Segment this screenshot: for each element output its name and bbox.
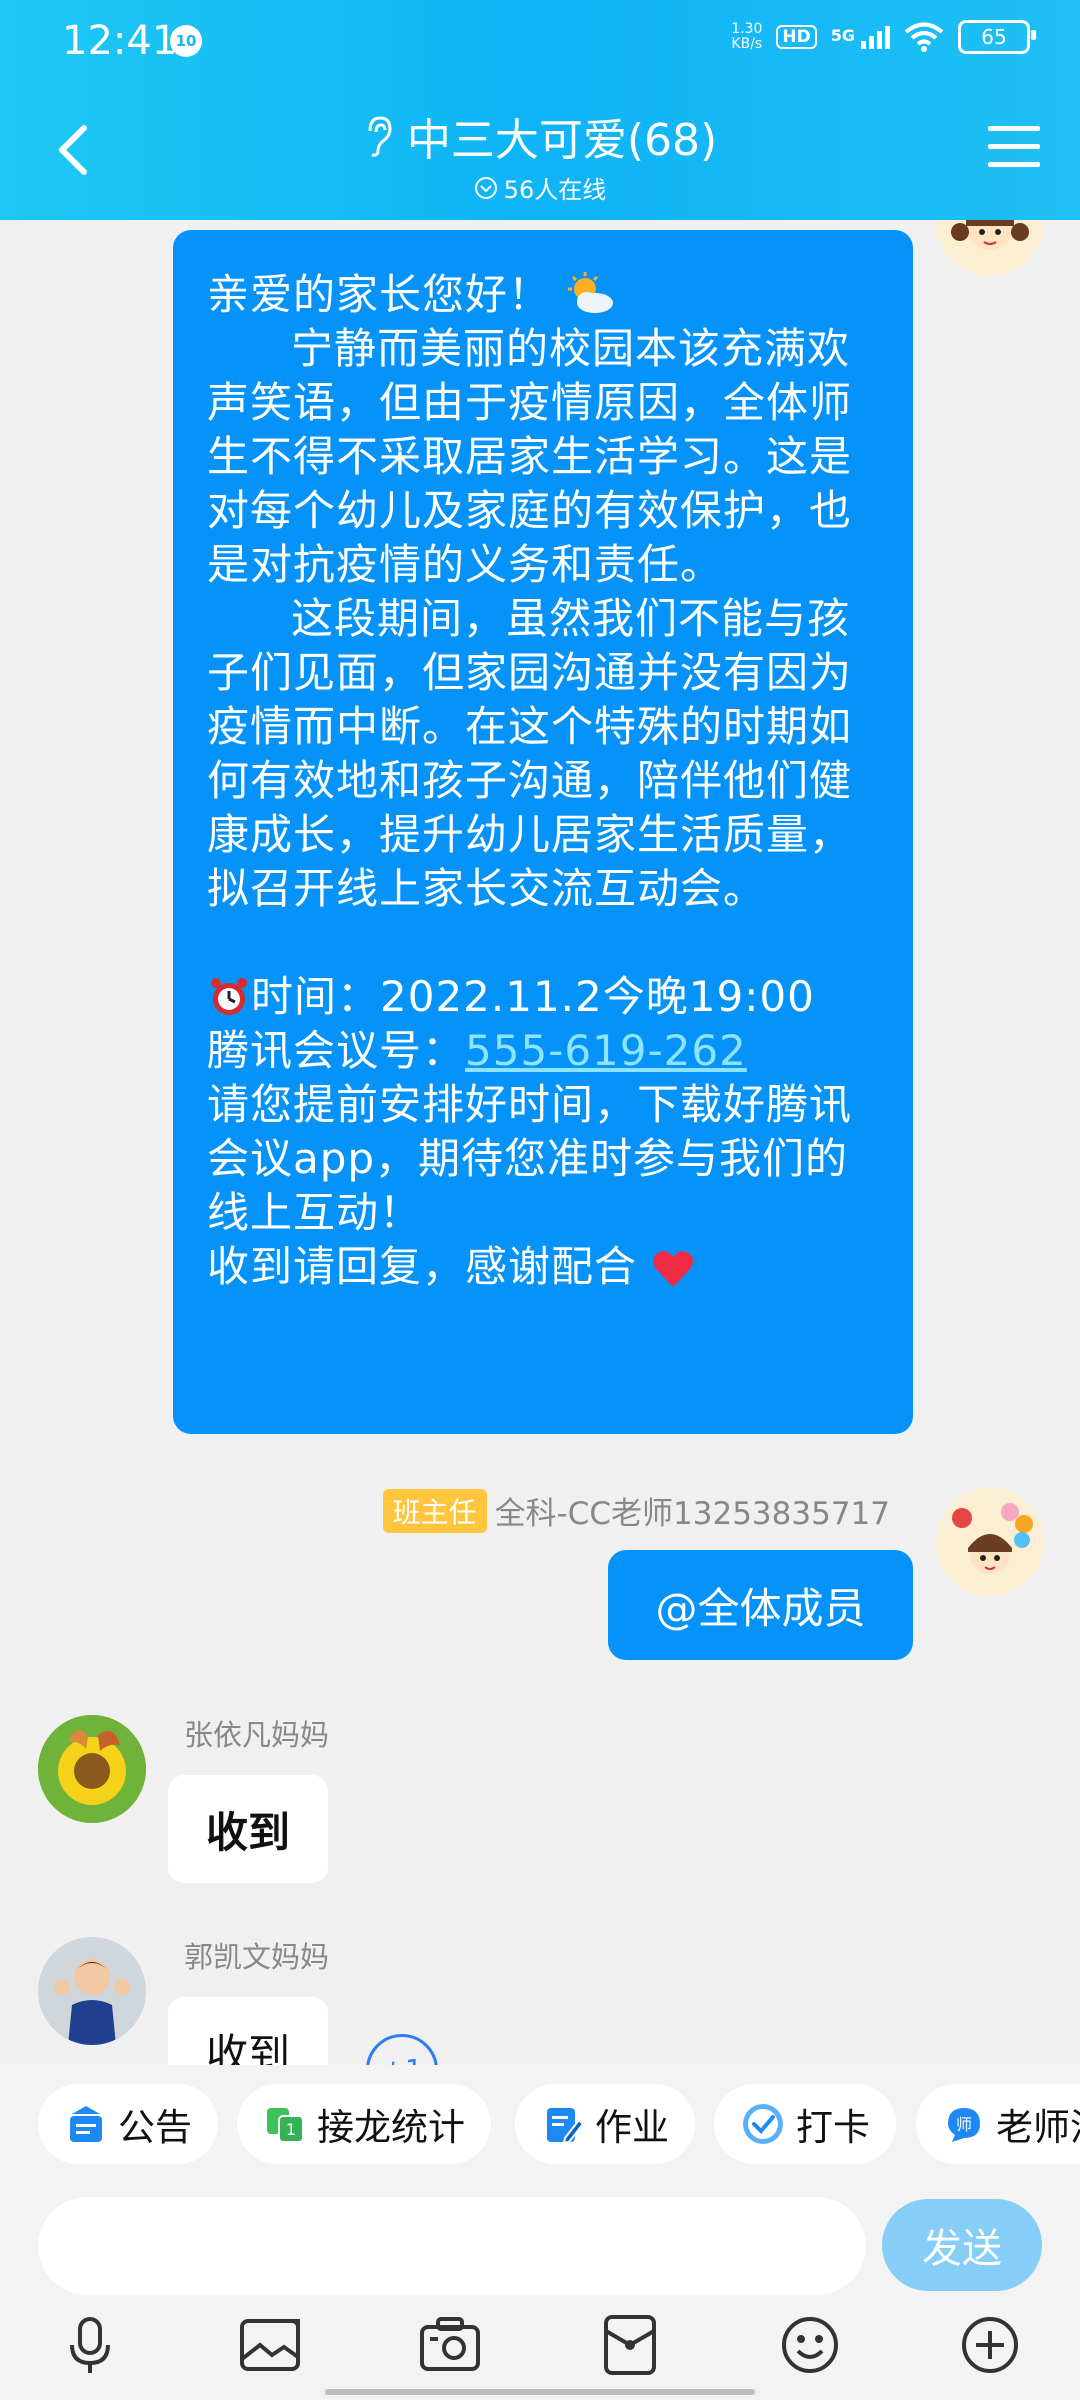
relay-stats-icon: 1 <box>267 2108 304 2143</box>
head-teacher-badge: 班主任 <box>382 1488 487 1533</box>
notification-badge: 10 <box>170 25 202 57</box>
chip-label: 接龙统计 <box>317 2106 465 2149</box>
sender-name-zhang: 张依凡妈妈 <box>184 1718 330 1752</box>
chip-homework[interactable]: 作业 <box>515 2084 695 2164</box>
reply-bubble-guo[interactable]: 收到 <box>168 1997 328 2065</box>
status-indicators: 1.30 KB/s HD 5G 65 <box>731 20 1036 54</box>
plus-one-button[interactable]: +1 <box>366 2034 438 2065</box>
battery-icon: 65 <box>958 20 1036 54</box>
chat-title: 中三大可爱(68) <box>363 104 717 168</box>
meeting-time: 时间：2022.11.2今晚19:00 <box>251 972 815 1021</box>
status-time: 12:41 <box>62 18 178 64</box>
hd-icon: HD <box>776 25 817 49</box>
status-bar: 12:41 10 1.30 KB/s HD 5G 65 <box>0 0 1080 84</box>
online-count: 56人在线 <box>474 170 607 205</box>
meeting-id-label: 腾讯会议号： <box>207 1026 466 1075</box>
alarm-clock-icon <box>211 978 247 1015</box>
network-speed-unit: KB/s <box>731 36 763 52</box>
meeting-id-link[interactable]: 555-619-262 <box>465 1026 747 1075</box>
chip-label: 作业 <box>595 2106 669 2149</box>
svg-text:师: 师 <box>956 2115 972 2134</box>
bottom-action-bar <box>0 2305 1080 2400</box>
chip-label: 公告 <box>118 2106 192 2149</box>
chip-label: 打卡 <box>796 2106 870 2149</box>
online-count-label: 56人在线 <box>503 176 607 204</box>
teacher-avatar[interactable] <box>936 220 1044 276</box>
network-type: 5G <box>830 25 855 45</box>
svg-text:1: 1 <box>286 2120 296 2139</box>
signal-icon: 5G <box>830 25 890 49</box>
homework-icon <box>547 2108 585 2145</box>
teacher-icon: 师 <box>948 2108 980 2142</box>
chip-announcement[interactable]: 公告 <box>38 2084 218 2164</box>
chevron-down-icon <box>474 176 497 199</box>
at-all-message-bubble[interactable]: @全体成员 <box>608 1550 913 1660</box>
notice-message-bubble[interactable]: 亲爱的家长您好！ 宁静而美丽的校园本该充满欢声笑语，但由于疫情原因，全体师生不得… <box>173 230 913 1434</box>
teacher-avatar-2[interactable] <box>936 1488 1044 1596</box>
at-all-text: @全体成员 <box>655 1583 866 1633</box>
notice-paragraph-4: 收到请回复，感谢配合 <box>207 1242 638 1291</box>
parent-avatar-guo[interactable] <box>38 1937 146 2045</box>
teacher-name[interactable]: 全科-CC老师13253835717 <box>495 1488 890 1533</box>
chat-title-area[interactable]: 中三大可爱(68) 56人在线 <box>0 104 1080 205</box>
header: 12:41 10 1.30 KB/s HD 5G 65 中三大可爱(68) 56… <box>0 0 1080 220</box>
heart-icon <box>653 1251 694 1287</box>
quick-toolbar: 公告 1 接龙统计 作业 打卡 师 老师消 <box>0 2065 1080 2185</box>
plus-one-label: +1 <box>381 2053 422 2065</box>
reply-bubble-zhang[interactable]: 收到 <box>168 1775 328 1883</box>
image-icon[interactable] <box>238 2313 302 2377</box>
emoji-icon[interactable] <box>778 2313 842 2377</box>
input-row: 发送 <box>0 2185 1080 2305</box>
chip-relay-stats[interactable]: 1 接龙统计 <box>237 2084 491 2164</box>
notice-paragraph-1: 宁静而美丽的校园本该充满欢声笑语，但由于疫情原因，全体师生不得不采取居家生活学习… <box>207 324 853 589</box>
microphone-icon[interactable] <box>58 2313 122 2377</box>
check-in-icon <box>743 2104 783 2144</box>
network-speed-value: 1.30 <box>731 21 763 37</box>
parent-avatar-zhang[interactable] <box>38 1715 146 1823</box>
battery-level: 65 <box>981 25 1007 49</box>
sun-cloud-icon <box>568 272 614 313</box>
chat-area[interactable]: 亲爱的家长您好！ 宁静而美丽的校园本该充满欢声笑语，但由于疫情原因，全体师生不得… <box>0 220 1080 2065</box>
reply-text-guo: 收到 <box>205 2029 290 2066</box>
notice-paragraph-2: 这段期间，虽然我们不能与孩子们见面，但家园沟通并没有因为疫情而中断。在这个特殊的… <box>207 594 853 913</box>
ear-icon <box>368 116 392 157</box>
announcement-icon <box>70 2106 102 2142</box>
chip-teacher[interactable]: 师 老师消 <box>916 2084 1080 2164</box>
notice-greeting: 亲爱的家长您好！ <box>207 270 552 319</box>
menu-icon[interactable] <box>986 122 1042 172</box>
plus-circle-icon[interactable] <box>958 2313 1022 2377</box>
send-button[interactable]: 发送 <box>882 2199 1042 2291</box>
chip-label: 老师消 <box>996 2106 1080 2149</box>
sender-name-guo: 郭凯文妈妈 <box>184 1940 330 1974</box>
home-indicator[interactable] <box>325 2389 755 2395</box>
camera-icon[interactable] <box>418 2313 482 2377</box>
wifi-icon <box>904 22 944 52</box>
chip-check-in[interactable]: 打卡 <box>714 2084 896 2164</box>
notice-paragraph-3: 请您提前安排好时间，下载好腾讯会议app，期待您准时参与我们的线上互动！ <box>207 1080 853 1237</box>
red-packet-icon[interactable] <box>598 2313 662 2377</box>
reply-text-zhang: 收到 <box>205 1807 290 1857</box>
group-name: 中三大可爱(68) <box>406 115 718 166</box>
notice-message-text: 亲爱的家长您好！ 宁静而美丽的校园本该充满欢声笑语，但由于疫情原因，全体师生不得… <box>207 268 887 1294</box>
message-input[interactable] <box>38 2197 866 2295</box>
network-speed: 1.30 KB/s <box>731 22 762 52</box>
send-label: 发送 <box>922 2226 1002 2272</box>
teacher-sender-row: 班主任 全科-CC老师13253835717 <box>382 1488 890 1533</box>
